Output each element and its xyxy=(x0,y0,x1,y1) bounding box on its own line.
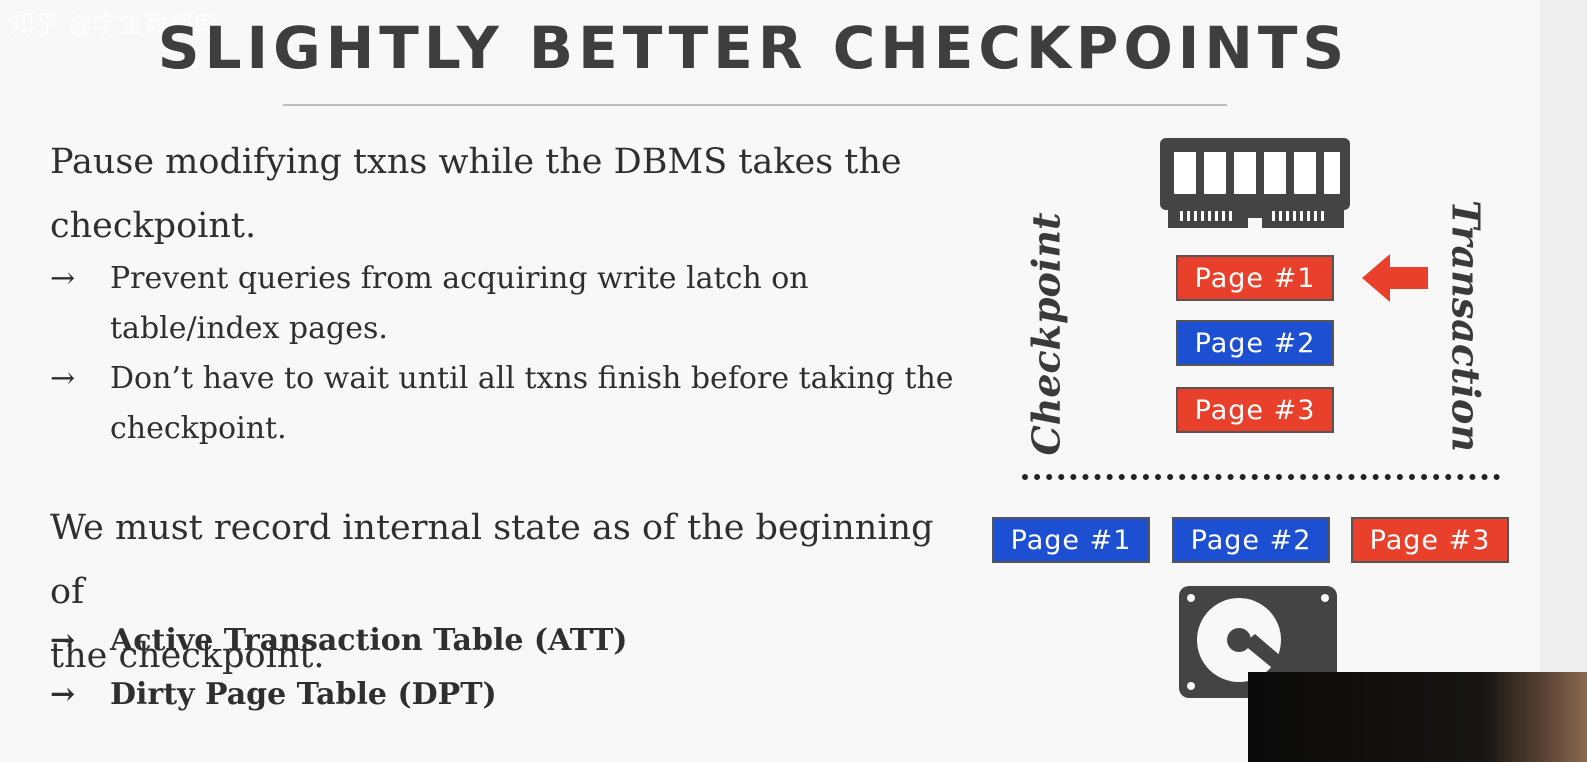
bullet-line: table/index pages. xyxy=(110,311,388,346)
memory-disk-separator xyxy=(1022,474,1500,480)
checkpoint-label: Checkpoint xyxy=(1023,212,1069,456)
paragraph-1-line-1: Pause modifying txns while the DBMS take… xyxy=(50,142,902,182)
left-arrow-icon xyxy=(1362,254,1428,302)
memory-page-1: Page #1 xyxy=(1176,255,1334,301)
disk-page-3: Page #3 xyxy=(1351,517,1509,563)
bullet-text: Active Transaction Table (ATT) xyxy=(110,623,628,658)
transaction-label: Transaction xyxy=(1443,200,1489,452)
bullet-line: checkpoint. xyxy=(110,411,287,446)
arrow-bullet-icon: → xyxy=(50,677,76,712)
disk-page-1: Page #1 xyxy=(992,517,1150,563)
paragraph-2-line-1: We must record internal state as of the … xyxy=(50,508,934,612)
webcam-overlay xyxy=(1248,672,1587,762)
bullet-dpt: → Dirty Page Table (DPT) xyxy=(50,670,950,720)
paragraph-1: Pause modifying txns while the DBMS take… xyxy=(50,130,970,258)
arrow-bullet-icon: → xyxy=(50,361,76,396)
bullet-line: Prevent queries from acquiring write lat… xyxy=(110,261,809,296)
memory-page-2: Page #2 xyxy=(1176,320,1334,366)
bullet-prevent-queries: → Prevent queries from acquiring write l… xyxy=(50,254,970,354)
paragraph-1-line-2: checkpoint. xyxy=(50,206,257,246)
arrow-bullet-icon: → xyxy=(50,623,76,658)
ram-icon xyxy=(1160,138,1350,230)
bullet-line: Don’t have to wait until all txns finish… xyxy=(110,361,954,396)
slide: 知乎 @学生数据库 SLIGHTLY BETTER CHECKPOINTS Pa… xyxy=(0,0,1587,762)
slide-title: SLIGHTLY BETTER CHECKPOINTS xyxy=(157,14,1350,82)
arrow-bullet-icon: → xyxy=(50,261,76,296)
memory-page-3: Page #3 xyxy=(1176,387,1334,433)
slide-edge xyxy=(1540,0,1587,762)
disk-page-2: Page #2 xyxy=(1172,517,1330,563)
title-divider xyxy=(283,104,1227,106)
bullet-text: Dirty Page Table (DPT) xyxy=(110,677,497,712)
bullet-dont-wait: → Don’t have to wait until all txns fini… xyxy=(50,354,970,454)
bullet-att: → Active Transaction Table (ATT) xyxy=(50,616,950,666)
